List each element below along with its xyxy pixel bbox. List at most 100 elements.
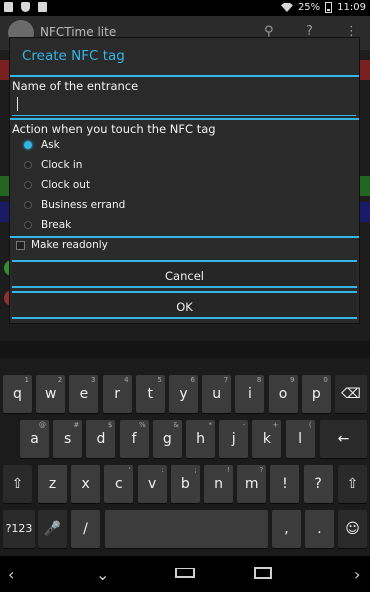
shield-icon xyxy=(21,2,30,12)
back-left-icon[interactable]: ‹ xyxy=(8,565,14,584)
key-w[interactable]: w2 xyxy=(36,375,66,413)
home-icon[interactable] xyxy=(175,568,195,578)
battery-percent: 25% xyxy=(297,2,321,13)
microphone-icon[interactable]: 🎤 xyxy=(38,510,67,548)
radio-label: Business errand xyxy=(41,199,126,211)
key-j[interactable]: j- xyxy=(219,420,249,458)
entrance-name-input[interactable] xyxy=(12,94,356,116)
ok-button[interactable]: OK xyxy=(12,291,357,319)
shift-icon[interactable]: ⇧ xyxy=(3,465,32,503)
key-v[interactable]: v: xyxy=(137,465,167,503)
key-m[interactable]: m? xyxy=(237,465,267,503)
key-hint: ( xyxy=(308,421,312,429)
key-?[interactable]: ? xyxy=(303,465,333,503)
key-i[interactable]: i8 xyxy=(235,375,265,413)
slash-key[interactable]: / xyxy=(71,510,100,548)
key-hint: 2 xyxy=(57,376,63,384)
key-c[interactable]: c ' xyxy=(104,465,134,503)
key-hint: ; xyxy=(194,466,197,474)
key-hint: 0 xyxy=(323,376,328,384)
key-hint: & xyxy=(173,421,179,429)
overflow-menu-icon[interactable]: ⋮ xyxy=(345,24,358,39)
navigation-bar: ‹ ⌄ › xyxy=(0,556,370,592)
key-k[interactable]: k + xyxy=(252,420,282,458)
key-hint: 8 xyxy=(256,376,262,384)
radio-clock-in[interactable]: Clock in xyxy=(24,156,82,174)
name-label: Name of the entrance xyxy=(12,79,139,93)
key-h[interactable]: h * xyxy=(186,420,215,458)
help-icon[interactable]: ? xyxy=(306,24,313,39)
hide-keyboard-icon[interactable]: ⌄ xyxy=(96,565,109,584)
key-a[interactable]: a @ xyxy=(20,420,49,458)
key-t[interactable]: t5 xyxy=(135,375,165,413)
key-f[interactable]: f% xyxy=(119,420,149,458)
bag-icon xyxy=(38,2,47,12)
radio-ask[interactable]: Ask xyxy=(24,136,60,154)
app-title: NFCTime lite xyxy=(40,25,117,39)
dialog-title: Create NFC tag xyxy=(22,48,125,64)
key-hint: 3 xyxy=(90,376,96,384)
key-o[interactable]: o9 xyxy=(268,375,298,413)
key-p[interactable]: p0 xyxy=(301,375,331,413)
key-g[interactable]: g & xyxy=(152,420,182,458)
search-icon[interactable]: ⚲ xyxy=(264,24,274,39)
enter-icon[interactable]: ← xyxy=(320,420,367,458)
radio-business-errand[interactable]: Business errand xyxy=(24,196,125,214)
key-hint: + xyxy=(272,421,279,429)
key-hint: : xyxy=(161,466,164,474)
key-hint: 1 xyxy=(24,376,29,384)
key-hint: 9 xyxy=(290,376,295,384)
shift-icon[interactable]: ⇧ xyxy=(338,465,367,503)
battery-icon xyxy=(325,2,333,13)
space-bar[interactable] xyxy=(105,510,268,548)
comma-key[interactable]: , xyxy=(272,510,301,548)
readonly-label: Make readonly xyxy=(31,239,108,251)
key-d[interactable]: d $ xyxy=(86,420,116,458)
backspace-icon[interactable]: ⌫ xyxy=(335,375,367,413)
radio-label: Ask xyxy=(41,139,60,151)
radio-unchecked-icon[interactable] xyxy=(24,181,32,189)
emoji-icon[interactable]: ☺ xyxy=(338,510,367,548)
wifi-icon xyxy=(280,3,293,12)
make-readonly-checkbox-row[interactable]: Make readonly xyxy=(16,239,108,251)
key-b[interactable]: b; xyxy=(170,465,200,503)
key-n[interactable]: n! xyxy=(204,465,233,503)
radio-unchecked-icon[interactable] xyxy=(24,201,32,209)
radio-clock-out[interactable]: Clock out xyxy=(24,176,90,194)
key-hint: $ xyxy=(107,421,113,429)
key-e[interactable]: e3 xyxy=(69,375,99,413)
key-![interactable]: ! xyxy=(270,465,300,503)
key-hint: 7 xyxy=(223,376,229,384)
key-hint: ! xyxy=(227,466,230,474)
radio-label: Clock in xyxy=(41,159,83,171)
clock: 11:09 xyxy=(337,2,366,13)
section-divider xyxy=(10,236,359,238)
key-hint: ' xyxy=(128,466,131,474)
cancel-button[interactable]: Cancel xyxy=(12,260,357,288)
recent-apps-icon[interactable] xyxy=(254,567,272,579)
forward-right-icon[interactable]: › xyxy=(354,565,360,584)
key-z[interactable]: z xyxy=(38,465,67,503)
action-label: Action when you touch the NFC tag xyxy=(12,122,216,136)
radio-unchecked-icon[interactable] xyxy=(24,221,32,229)
key-s[interactable]: s # xyxy=(53,420,83,458)
title-divider xyxy=(10,75,359,77)
key-hint: 4 xyxy=(124,376,129,384)
checkbox-icon[interactable] xyxy=(16,240,25,250)
radio-unchecked-icon[interactable] xyxy=(24,161,32,169)
key-y[interactable]: y6 xyxy=(169,375,198,413)
key-x[interactable]: x xyxy=(71,465,101,503)
key-l[interactable]: l( xyxy=(285,420,315,458)
key-hint: @ xyxy=(39,421,46,429)
key-u[interactable]: u7 xyxy=(202,375,232,413)
key-r[interactable]: r4 xyxy=(102,375,132,413)
key-q[interactable]: q1 xyxy=(3,375,32,413)
period-key[interactable]: . xyxy=(305,510,334,548)
image-icon xyxy=(4,2,13,12)
radio-label: Clock out xyxy=(41,179,91,191)
key-hint: - xyxy=(242,421,246,429)
symbols-key[interactable]: ?123 xyxy=(3,510,35,548)
radio-checked-icon[interactable] xyxy=(24,141,32,149)
radio-break[interactable]: Break xyxy=(24,216,71,234)
soft-keyboard: q1w2e3r4t5y6u7i8o9p0 a @ s # d $ f% g & h * j - k + l( … xyxy=(0,358,370,556)
